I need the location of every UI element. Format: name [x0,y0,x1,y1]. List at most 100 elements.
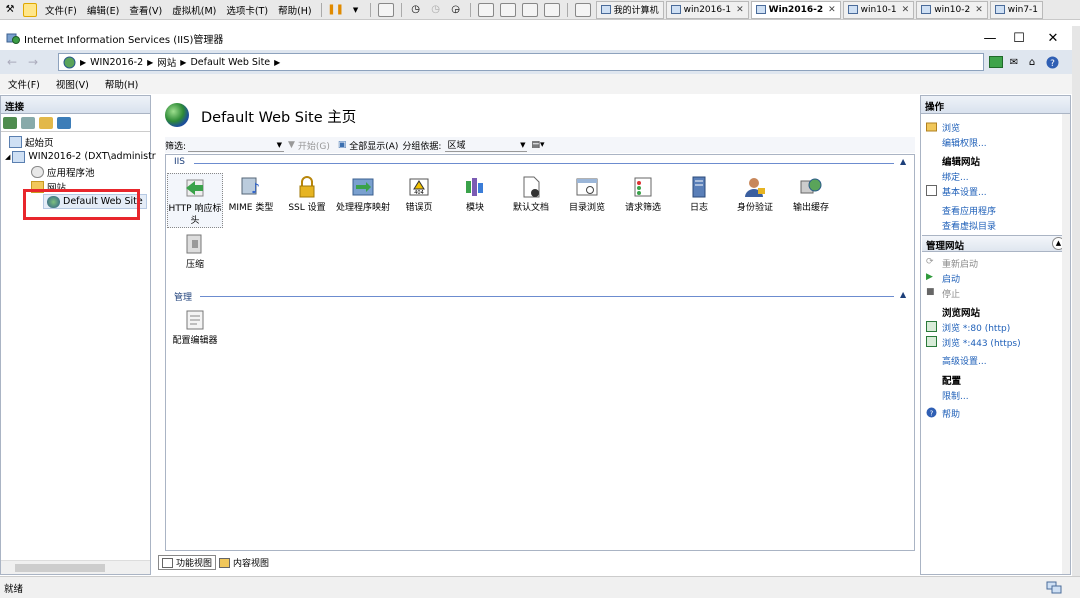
action-explore[interactable]: 浏览 [942,121,960,134]
vm-menu-help[interactable]: 帮助(H) [273,3,317,17]
basic-settings-icon [926,185,937,196]
close-icon[interactable]: ✕ [902,5,910,15]
maximize-button[interactable]: ☐ [1004,28,1034,48]
feature-compression[interactable]: 压缩 [167,230,223,271]
tab-features-view[interactable]: 功能视图 [158,555,217,570]
view-mode-button[interactable]: ▤▾ [527,140,548,150]
vm-tab-my-computer[interactable]: 我的计算机 [595,0,664,19]
action-start[interactable]: 启动 [942,272,960,285]
modules-icon [463,175,487,199]
tab-content-view[interactable]: 内容视图 [216,555,272,570]
action-view-applications[interactable]: 查看应用程序 [942,204,996,217]
tree-item-app-pools[interactable]: 应用程序池 [31,164,95,179]
stop-icon: ■ [926,287,935,297]
connect-server-icon[interactable] [57,116,71,129]
forward-button[interactable]: → [24,53,42,71]
vm-tab-win2016-1[interactable]: win2016-1 ✕ [665,0,749,19]
feature-http-response-headers[interactable]: HTTP 响应标头 [167,173,223,228]
group-header-iis: IIS [174,157,186,167]
pause-icon[interactable]: ❚❚ [327,3,344,17]
action-view-virtual-directories[interactable]: 查看虚拟目录 [942,219,996,232]
back-button[interactable]: ← [3,53,21,71]
chevron-down-icon[interactable]: ◢ [5,153,10,161]
feature-directory-browsing[interactable]: 目录浏览 [559,173,615,214]
console-view-icon[interactable] [574,2,591,17]
breadcrumb-default-web-site[interactable]: Default Web Site [190,57,270,68]
feature-request-filtering[interactable]: 请求筛选 [615,173,671,214]
filter-input[interactable]: ▼ [188,138,285,152]
fullscreen-icon[interactable] [521,2,538,17]
horizontal-scrollbar[interactable] [1,560,150,574]
close-icon[interactable]: ✕ [828,5,836,15]
menu-help[interactable]: 帮助(H) [97,77,147,91]
connect-icon[interactable] [3,116,17,129]
action-edit-permissions[interactable]: 编辑权限... [942,136,987,149]
minimize-button[interactable]: — [975,28,1005,48]
scrollbar-thumb[interactable] [15,564,105,572]
vm-menu-tabs[interactable]: 选项卡(T) [221,3,273,17]
network-icon[interactable] [377,2,394,17]
breadcrumb[interactable]: ▶ WIN2016-2 ▶ 网站 ▶ Default Web Site ▶ [58,53,984,71]
feature-output-caching[interactable]: 输出缓存 [783,173,839,214]
page-title: Default Web Site 主页 [201,110,357,126]
close-icon[interactable]: ✕ [736,5,744,15]
tree-item-server[interactable]: ◢ WIN2016-2 (DXT\administr [5,149,156,164]
feature-logging[interactable]: 日志 [671,173,727,214]
vertical-scrollbar[interactable] [1062,114,1070,574]
vm-tab-win7-1[interactable]: win7-1 [989,0,1044,19]
action-help[interactable]: 帮助 [942,407,960,420]
thumbnail-icon[interactable] [499,2,516,17]
feature-configuration-editor[interactable]: 配置编辑器 [167,306,223,347]
feature-handler-mappings[interactable]: 处理程序映射 [335,173,391,214]
breadcrumb-server[interactable]: WIN2016-2 [90,57,143,68]
feature-mime-types[interactable]: ♪ MIME 类型 [223,173,279,214]
menu-file[interactable]: 文件(F) [0,77,48,91]
up-folder-icon[interactable] [39,116,53,129]
vm-menu-file[interactable]: 文件(F) [40,3,82,17]
action-browse-https[interactable]: 浏览 *:443 (https) [942,336,1021,349]
snapshot-icon[interactable]: ◷ [409,3,423,17]
vm-tab-win2016-2[interactable]: Win2016-2 ✕ [750,0,841,19]
group-by-select[interactable]: 区域 ▼ [445,138,528,152]
action-basic-settings[interactable]: 基本设置... [942,185,987,198]
close-button[interactable]: ✕ [1038,28,1068,48]
snapshot-manager-icon[interactable]: ◶ [449,3,463,17]
vm-tab-win10-1[interactable]: win10-1 ✕ [842,0,915,19]
feature-ssl-settings[interactable]: SSL 设置 [279,173,335,214]
breadcrumb-sites[interactable]: 网站 [157,55,176,69]
feature-modules[interactable]: 模块 [447,173,503,214]
show-all-button[interactable]: ▣ 全部显示(A) [334,139,403,152]
save-icon[interactable] [21,116,35,129]
feature-error-pages[interactable]: 404 错误页 [391,173,447,214]
sidebar-toggle-icon[interactable] [477,2,494,17]
stop-icon[interactable]: ✉ [1006,54,1022,70]
chevron-up-icon[interactable]: ▲ [900,290,906,299]
action-browse-http[interactable]: 浏览 *:80 (http) [942,321,1010,334]
chevron-right-icon: ▶ [274,57,281,67]
chevron-down-icon[interactable]: ▼ [349,3,363,17]
home-icon[interactable]: ⌂ [1024,54,1040,70]
vm-menu-vm[interactable]: 虚拟机(M) [167,3,221,17]
action-advanced-settings[interactable]: 高级设置... [942,354,987,367]
unity-icon[interactable] [543,2,560,17]
chevron-up-icon[interactable]: ▲ [900,157,906,166]
action-stop[interactable]: 停止 [942,287,960,300]
refresh-icon[interactable] [988,54,1004,70]
action-restart[interactable]: 重新启动 [942,257,978,270]
close-icon[interactable]: ✕ [975,5,983,15]
start-filter-button[interactable]: ▼ 开始(G) [284,139,334,152]
feature-authentication[interactable]: 身份验证 [727,173,783,214]
action-limits[interactable]: 限制... [942,389,969,402]
vm-tab-win10-2[interactable]: win10-2 ✕ [916,0,988,19]
vm-menu-edit[interactable]: 编辑(E) [82,3,124,17]
action-bindings[interactable]: 绑定... [942,170,969,183]
window-title: Internet Information Services (IIS)管理器 [24,34,224,46]
tree-item-start-page[interactable]: 起始页 [9,134,54,149]
group-header-management: 管理 [174,293,193,303]
vm-menu-view[interactable]: 查看(V) [124,3,167,17]
menu-view[interactable]: 视图(V) [48,77,97,91]
help-icon[interactable]: ? [1044,54,1060,70]
feature-default-document[interactable]: 默认文档 [503,173,559,214]
home-icon[interactable] [23,2,37,17]
snapshot-revert-icon[interactable]: ◷ [429,3,443,17]
